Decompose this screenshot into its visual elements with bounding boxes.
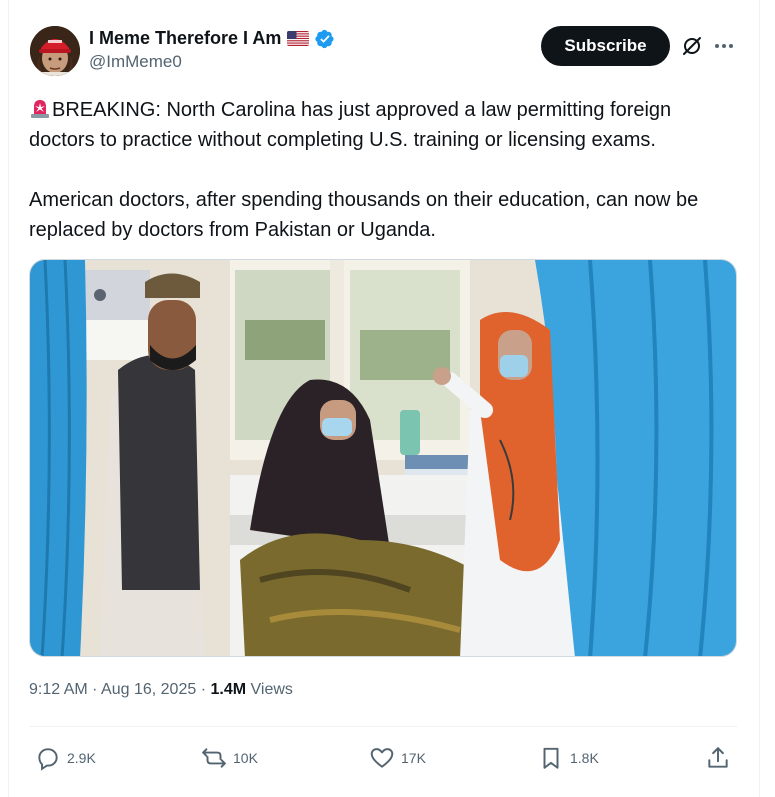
share-icon xyxy=(708,747,728,768)
like-button[interactable]: 17K xyxy=(369,738,426,778)
subscribe-button[interactable]: Subscribe xyxy=(541,26,670,66)
bookmark-icon xyxy=(543,747,559,769)
meta-separator-1: · xyxy=(92,681,98,698)
repost-count: 10K xyxy=(233,750,258,766)
meta-separator-2: · xyxy=(200,681,207,698)
verified-badge-icon[interactable] xyxy=(315,29,335,49)
bookmark-button[interactable]: 1.8K xyxy=(538,738,599,778)
author-avatar[interactable] xyxy=(30,26,80,76)
bookmark-count: 1.8K xyxy=(570,750,599,766)
repost-button[interactable]: 10K xyxy=(201,738,258,778)
rotating-light-icon xyxy=(29,97,51,119)
author-handle[interactable]: @ImMeme0 xyxy=(89,52,182,72)
grok-icon[interactable] xyxy=(680,34,704,58)
share-button[interactable] xyxy=(705,738,731,778)
repost-icon xyxy=(202,748,226,768)
tweet-paragraph-2: American doctors, after spending thousan… xyxy=(29,189,699,241)
author-display-name[interactable]: I Meme Therefore I Am xyxy=(89,28,281,49)
us-flag-icon xyxy=(287,31,310,46)
tweet-meta: 9:12 AM · Aug 16, 2025 · 1.4M Views xyxy=(29,681,293,699)
more-icon[interactable] xyxy=(712,34,736,58)
reply-icon xyxy=(38,748,58,771)
action-bar: 2.9K 10K 17K 1.8K xyxy=(29,738,737,778)
divider xyxy=(29,726,737,727)
tweet-paragraph-1-text: BREAKING: North Carolina has just approv… xyxy=(29,99,672,151)
heart-icon xyxy=(370,748,394,768)
tweet-date[interactable]: Aug 16, 2025 xyxy=(101,681,196,698)
views-count: 1.4M xyxy=(210,681,247,698)
like-count: 17K xyxy=(401,750,426,766)
tweet-photo[interactable] xyxy=(29,259,737,657)
tweet-text: BREAKING: North Carolina has just approv… xyxy=(29,95,741,245)
author-name-row[interactable]: I Meme Therefore I Am xyxy=(89,28,335,49)
reply-button[interactable]: 2.9K xyxy=(35,738,96,778)
reply-count: 2.9K xyxy=(67,750,96,766)
tweet-paragraph-1: BREAKING: North Carolina has just approv… xyxy=(29,95,741,155)
views-label: Views xyxy=(250,681,293,698)
tweet-time[interactable]: 9:12 AM xyxy=(29,681,88,698)
